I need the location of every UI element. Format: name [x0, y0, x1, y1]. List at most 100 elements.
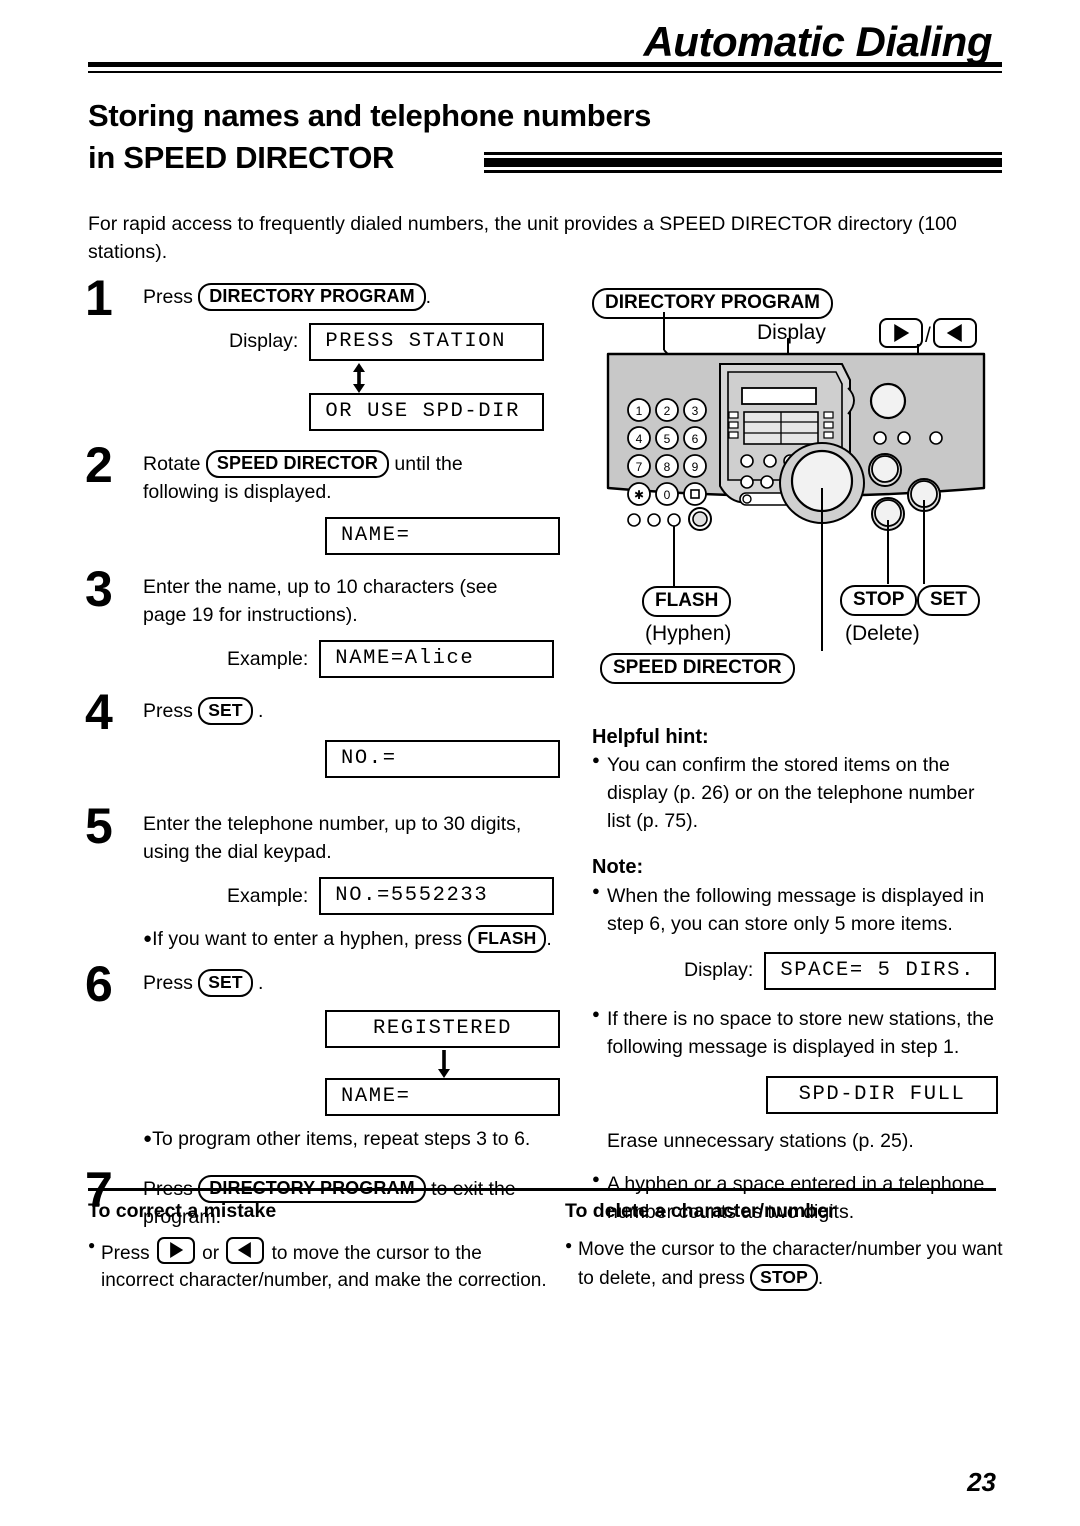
lcd-no-5552233: NO.=5552233 — [319, 877, 555, 916]
manual-page: Automatic Dialing Storing names and tele… — [0, 0, 1080, 1526]
step-1-text-before: Press — [143, 286, 193, 308]
step-5-note: ●If you want to enter a hyphen, press FL… — [143, 925, 570, 954]
lcd-press-station: PRESS STATION — [309, 322, 545, 361]
step-5-number: 5 — [85, 798, 113, 854]
lcd-name-empty-2: NAME= — [325, 1077, 560, 1116]
bottom-divider — [88, 1188, 996, 1191]
step-5-line2: using the dial keypad. — [143, 840, 332, 863]
lcd-transition-arrow — [143, 1048, 570, 1080]
chapter-title: Automatic Dialing — [643, 18, 992, 65]
lcd-name-alice: NAME=Alice — [319, 640, 555, 679]
step-6-text-before: Press — [143, 972, 193, 994]
step-6-note-text: To program other items, repeat steps 3 t… — [152, 1127, 531, 1150]
key-set-2[interactable]: SET — [198, 969, 253, 997]
svg-text:0: 0 — [664, 488, 671, 502]
step-5: 5 Enter the telephone number, up to 30 d… — [85, 801, 570, 955]
lcd-space-5-dirs: SPACE= 5 DIRS. — [764, 952, 997, 991]
lcd-no-empty: NO.= — [325, 739, 560, 778]
correct-mistake-text-2: or — [202, 1242, 220, 1264]
step-1-number: 1 — [85, 270, 113, 326]
step-3-number: 3 — [85, 561, 113, 617]
lcd-registered: REGISTERED — [325, 1009, 560, 1048]
step-1-display-label: Display: — [229, 329, 299, 352]
step-3-line2: page 19 for instructions). — [143, 603, 358, 626]
step-2: 2 Rotate SPEED DIRECTOR until the follow… — [85, 440, 570, 556]
note-list: When the following message is displayed … — [592, 882, 1002, 938]
left-arrow-key-icon[interactable] — [226, 1236, 265, 1264]
step-3-example-label: Example: — [227, 647, 309, 670]
correct-mistake-title: To correct a mistake — [88, 1200, 277, 1222]
device-figure-region: DIRECTORY PROGRAM Display / 1 2 3 4 5 6 … — [592, 288, 1000, 688]
delete-character-section: To delete a character/number Move the cu… — [565, 1198, 1005, 1293]
correct-mistake-text: Press or to move the cursor to the incor… — [88, 1236, 558, 1295]
step-2-instruction: Rotate SPEED DIRECTOR until the — [143, 450, 570, 479]
key-speed-director[interactable]: SPEED DIRECTOR — [205, 450, 389, 479]
note-item-1: When the following message is displayed … — [592, 882, 1002, 938]
step-3-line1: Enter the name, up to 10 characters (see — [143, 576, 498, 598]
delete-character-title: To delete a character/number — [565, 1200, 836, 1222]
helpful-hint-title: Helpful hint: — [592, 726, 709, 748]
step-5-example-label: Example: — [227, 884, 309, 907]
svg-text:1: 1 — [636, 404, 643, 418]
correct-mistake-text-1: Press — [101, 1242, 150, 1264]
step-6-text-after: . — [258, 972, 264, 994]
header-rule-thick — [88, 62, 1002, 67]
lcd-name-empty-1: NAME= — [325, 517, 560, 556]
key-directory-program[interactable]: DIRECTORY PROGRAM — [198, 283, 426, 312]
helpful-hint-list: You can confirm the stored items on the … — [592, 751, 1002, 835]
step-4: 4 Press SET . NO.= — [85, 687, 570, 795]
step-5-line1: Enter the telephone number, up to 30 dig… — [143, 813, 522, 835]
step-1: 1 Press DIRECTORY PROGRAM. Display: PRES… — [85, 273, 570, 431]
label-hyphen: (Hyphen) — [645, 622, 732, 645]
svg-text:8: 8 — [664, 460, 671, 474]
delete-character-text-2: . — [817, 1267, 824, 1289]
note-title: Note: — [592, 856, 644, 879]
svg-text:6: 6 — [692, 432, 699, 446]
step-3: 3 Enter the name, up to 10 characters (s… — [85, 564, 570, 679]
intro-paragraph: For rapid access to frequently dialed nu… — [88, 213, 957, 263]
hints-and-notes: Helpful hint: You can confirm the stored… — [592, 723, 1002, 1228]
svg-text:3: 3 — [692, 404, 699, 418]
header-rule-thin — [88, 71, 1002, 73]
title-decoration-bar — [484, 152, 1002, 178]
procedure-steps: 1 Press DIRECTORY PROGRAM. Display: PRES… — [85, 273, 570, 1231]
step-5-note-text: If you want to enter a hyphen, press — [152, 928, 463, 951]
label-delete: (Delete) — [845, 622, 920, 645]
svg-text:2: 2 — [664, 404, 671, 418]
lcd-or-use-spd-dir: OR USE SPD-DIR — [309, 392, 545, 431]
step-1-instruction: Press DIRECTORY PROGRAM. — [143, 283, 570, 312]
page-number: 23 — [967, 1467, 996, 1497]
svg-text:7: 7 — [636, 460, 643, 474]
callout-speed-director: SPEED DIRECTOR — [600, 653, 795, 684]
helpful-hint-item-1: You can confirm the stored items on the … — [592, 751, 1002, 835]
delete-character-text: Move the cursor to the character/number … — [565, 1237, 1005, 1293]
step-4-text-after: . — [258, 700, 264, 722]
svg-text:9: 9 — [692, 460, 699, 474]
right-arrow-key-icon[interactable] — [156, 1236, 195, 1264]
note-display-label: Display: — [684, 959, 754, 982]
step-6-note: ●To program other items, repeat steps 3 … — [143, 1127, 531, 1150]
step-6-number: 6 — [85, 956, 113, 1012]
svg-text:5: 5 — [664, 432, 671, 446]
lcd-spd-dir-full: SPD-DIR FULL — [766, 1075, 998, 1114]
note-plain-text: Erase unnecessary stations (p. 25). — [607, 1129, 914, 1152]
callout-stop: STOP — [840, 585, 918, 616]
step-2-text-after: until the — [394, 453, 463, 475]
step-6: 6 Press SET . REGISTERED NAME= ●To progr… — [85, 959, 570, 1159]
key-stop[interactable]: STOP — [750, 1263, 818, 1292]
step-1-text-after: . — [425, 286, 432, 308]
key-flash[interactable]: FLASH — [467, 925, 547, 954]
svg-text:4: 4 — [636, 432, 643, 446]
step-4-text-before: Press — [143, 700, 193, 722]
callout-set: SET — [917, 585, 980, 616]
step-2-text-before: Rotate — [143, 453, 201, 475]
page-title-line1: Storing names and telephone numbers — [88, 98, 652, 133]
step-2-number: 2 — [85, 437, 113, 493]
step-4-number: 4 — [85, 684, 113, 740]
key-set-1[interactable]: SET — [198, 697, 253, 725]
step-6-instruction: Press SET . — [143, 969, 570, 998]
step-5-note-after: . — [546, 928, 552, 951]
step-2-line2: following is displayed. — [143, 480, 332, 503]
correct-mistake-section: To correct a mistake Press or to move th… — [88, 1198, 558, 1295]
svg-text:✱: ✱ — [634, 488, 644, 502]
